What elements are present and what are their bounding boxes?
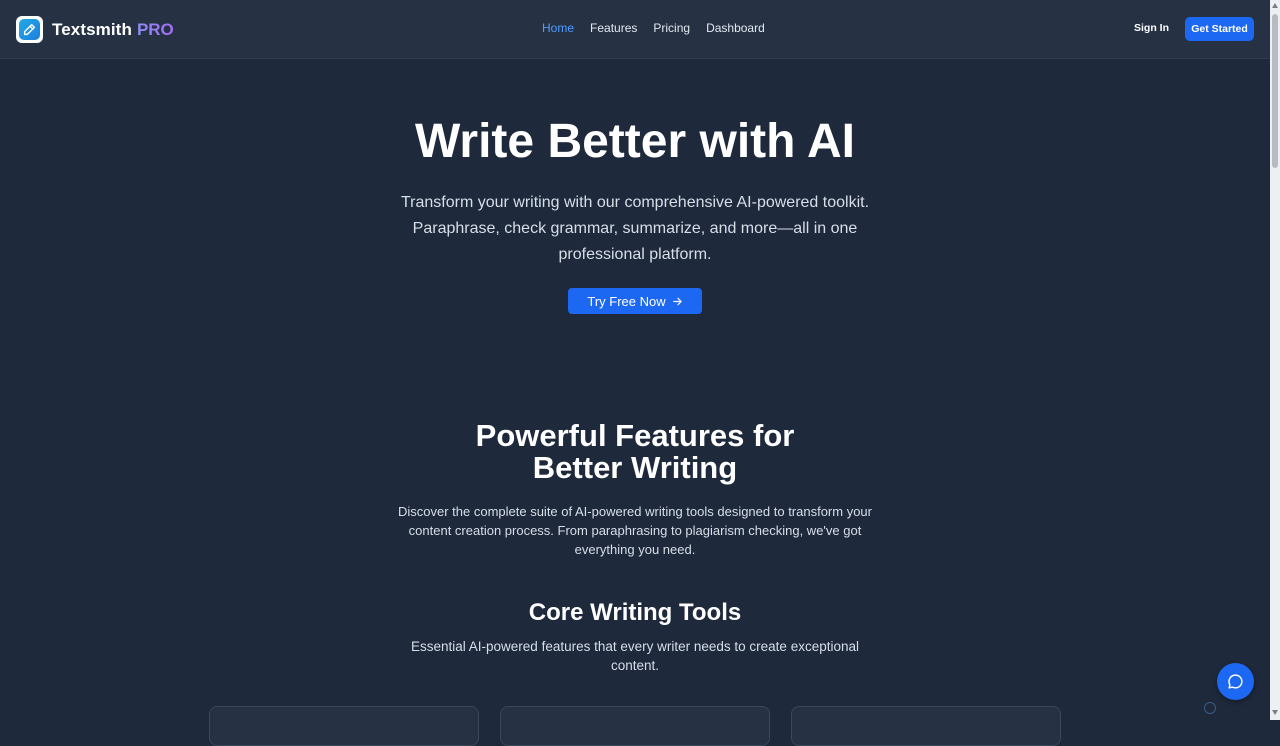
features-title-line: Better Writing: [532, 450, 738, 485]
feature-card[interactable]: [209, 706, 479, 746]
pencil-icon: [19, 19, 40, 40]
get-started-button[interactable]: Get Started: [1185, 17, 1254, 41]
nav-home[interactable]: Home: [542, 21, 574, 35]
hero-subtitle: Transform your writing with our comprehe…: [0, 190, 1270, 268]
features-description-line: Discover the complete suite of AI-powere…: [397, 504, 872, 519]
features-description-line: content creation process. From paraphras…: [408, 523, 862, 538]
nav-dashboard[interactable]: Dashboard: [706, 21, 765, 35]
arrow-right-icon: [672, 296, 683, 307]
core-tools-description-line: content.: [610, 658, 660, 673]
brand-logo[interactable]: Textsmith PRO: [16, 16, 174, 43]
core-tools-description: Essential AI-powered features that every…: [0, 637, 1270, 675]
features-description-line: everything you need.: [574, 542, 696, 557]
nav-pricing[interactable]: Pricing: [653, 21, 690, 35]
core-tools-description-line: Essential AI-powered features that every…: [411, 639, 859, 654]
chat-button[interactable]: [1217, 663, 1254, 700]
scroll-down-arrow[interactable]: [1272, 710, 1278, 715]
hero-subtitle-line: professional platform.: [558, 246, 712, 263]
feature-card[interactable]: [500, 706, 770, 746]
nav-features[interactable]: Features: [590, 21, 637, 35]
features-title: Powerful Features for Better Writing: [0, 420, 1270, 484]
try-free-button[interactable]: Try Free Now: [568, 288, 702, 314]
corner-indicator: [1204, 702, 1216, 714]
scroll-up-arrow[interactable]: [1272, 3, 1278, 8]
hero-subtitle-line: Transform your writing with our comprehe…: [400, 194, 870, 211]
features-title-line: Powerful Features for: [475, 418, 795, 453]
scrollbar-thumb[interactable]: [1272, 14, 1278, 168]
logo-badge: [16, 16, 43, 43]
hero-title: Write Better with AI: [414, 115, 856, 168]
features-description: Discover the complete suite of AI-powere…: [0, 502, 1270, 559]
sign-in-link[interactable]: Sign In: [1134, 22, 1169, 34]
chat-bubble-icon: [1227, 673, 1244, 690]
navbar: Textsmith PRO Home Features Pricing Dash…: [0, 0, 1270, 59]
hero-subtitle-line: Paraphrase, check grammar, summarize, an…: [412, 220, 858, 237]
feature-card[interactable]: [791, 706, 1061, 746]
main-nav: Home Features Pricing Dashboard: [542, 21, 765, 35]
page-scrollbar[interactable]: [1270, 0, 1280, 720]
brand-name: Textsmith: [52, 19, 132, 39]
core-tools-title: Core Writing Tools: [528, 599, 742, 626]
brand-tier-badge: PRO: [136, 19, 174, 39]
try-free-label: Try Free Now: [587, 293, 666, 309]
